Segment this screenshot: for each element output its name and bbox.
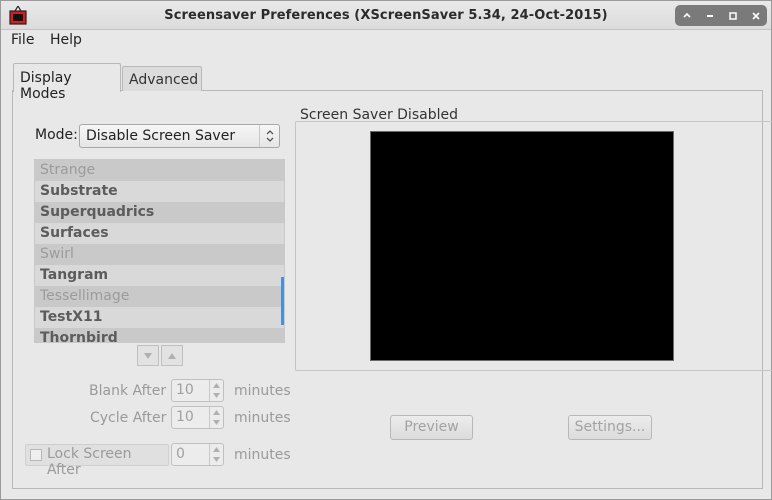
blank-after-spinner[interactable]: 10 [171, 379, 224, 402]
minimize-icon[interactable] [701, 7, 719, 25]
list-item-label: Swirl [40, 246, 74, 262]
list-item-label: Superquadrics [40, 204, 155, 220]
tab-display-modes[interactable]: Display Modes [13, 63, 121, 102]
cycle-after-spinner[interactable]: 10 [171, 406, 224, 429]
blank-after-value: 10 [176, 382, 194, 398]
list-item[interactable]: Thornbird [35, 328, 284, 343]
list-item-label: TestX11 [40, 309, 103, 325]
lock-after-spinner[interactable]: 0 [171, 443, 224, 466]
move-down-button[interactable] [137, 345, 159, 366]
mode-select[interactable]: Disable Screen Saver [79, 124, 280, 148]
menu-file[interactable]: File [11, 32, 34, 48]
preview-button-label: Preview [404, 419, 459, 435]
window-controls [675, 5, 767, 26]
list-item[interactable]: Tangram [35, 265, 284, 286]
spinner-arrows-icon [209, 380, 223, 401]
lock-after-value: 0 [176, 446, 185, 462]
cycle-after-label: Cycle After [90, 410, 167, 426]
list-scrollbar[interactable] [281, 277, 284, 325]
blank-after-label: Blank After [89, 383, 167, 399]
list-item-label: Tangram [40, 267, 109, 283]
up-icon[interactable] [678, 7, 696, 25]
menu-bar: File Help [1, 30, 771, 52]
checkbox-box [30, 449, 42, 461]
preview-frame-label: Screen Saver Disabled [300, 107, 458, 123]
cycle-after-unit: minutes [234, 410, 291, 426]
list-item[interactable]: Strange [35, 160, 284, 181]
arrow-up-icon [168, 352, 176, 359]
preferences-window: Screensaver Preferences (XScreenSaver 5.… [0, 0, 772, 500]
cycle-after-value: 10 [176, 409, 194, 425]
tab-advanced-label: Advanced [129, 72, 199, 88]
mode-label: Mode: [35, 127, 78, 143]
blank-after-unit: minutes [234, 383, 291, 399]
list-item-label: Thornbird [40, 330, 118, 343]
list-item[interactable]: Superquadrics [35, 202, 284, 223]
screensaver-list[interactable]: Strange Substrate Superquadrics Surfaces… [34, 159, 285, 343]
window-title: Screensaver Preferences (XScreenSaver 5.… [164, 8, 608, 23]
list-item-label: Strange [40, 162, 96, 178]
tab-advanced[interactable]: Advanced [122, 66, 202, 91]
spinner-arrows-icon [209, 444, 223, 465]
mode-select-value: Disable Screen Saver [86, 128, 236, 144]
list-item[interactable]: Substrate [35, 181, 284, 202]
preview-area [370, 131, 674, 361]
settings-button-label: Settings... [574, 419, 646, 435]
list-item[interactable]: Surfaces [35, 223, 284, 244]
lock-screen-label: Lock Screen After [47, 446, 132, 478]
lock-after-unit: minutes [234, 447, 291, 463]
arrow-down-icon [144, 352, 152, 359]
updown-arrows-icon [259, 125, 279, 147]
lock-screen-checkbox[interactable]: Lock Screen After [25, 444, 169, 478]
settings-button[interactable]: Settings... [568, 415, 652, 440]
move-up-button[interactable] [161, 345, 183, 366]
list-item[interactable]: TestX11 [35, 307, 284, 328]
menu-help[interactable]: Help [50, 32, 82, 48]
close-icon[interactable] [747, 7, 765, 25]
list-item-label: Surfaces [40, 225, 109, 241]
list-item-label: Tessellimage [40, 288, 130, 304]
list-item[interactable]: Swirl [35, 244, 284, 265]
title-bar[interactable]: Screensaver Preferences (XScreenSaver 5.… [1, 1, 771, 30]
maximize-icon[interactable] [724, 7, 742, 25]
preview-button[interactable]: Preview [390, 415, 473, 440]
list-item-label: Substrate [40, 183, 118, 199]
spinner-arrows-icon [209, 407, 223, 428]
tab-display-modes-label: Display Modes [20, 70, 72, 102]
list-item[interactable]: Tessellimage [35, 286, 284, 307]
